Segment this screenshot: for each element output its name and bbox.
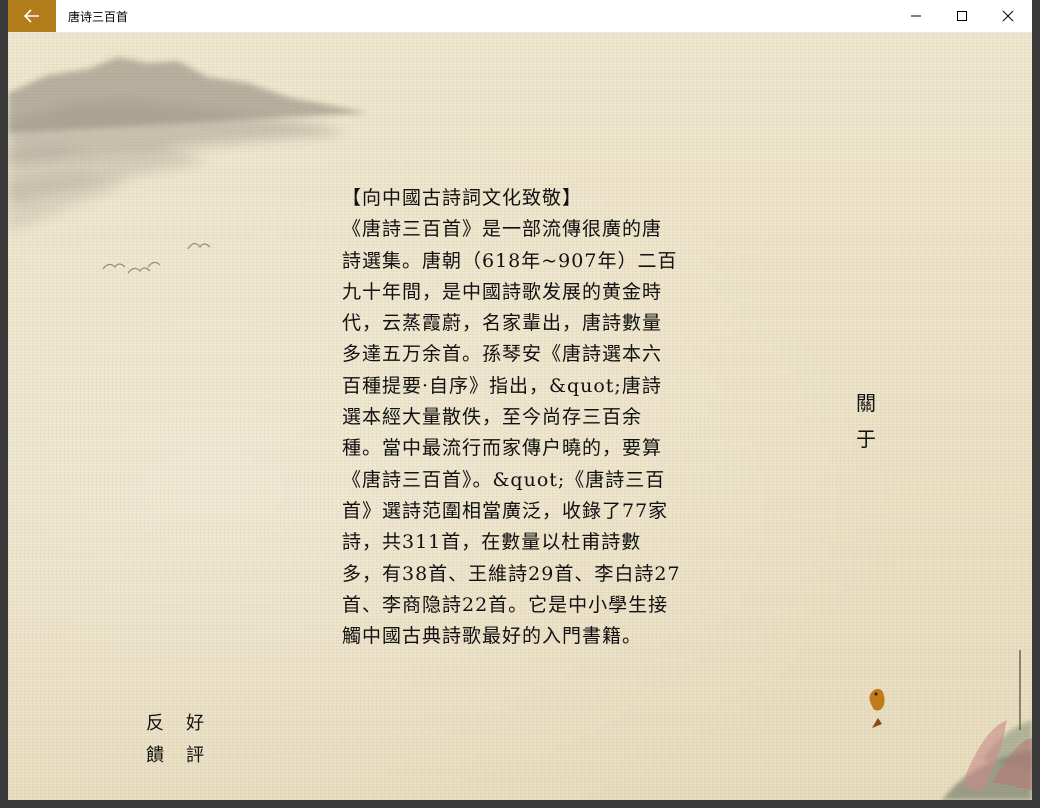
app-window: 唐诗三百首 【向中國古詩詞文化致敬】 《唐詩三百首》是一部流傳很廣的唐 詩選集。… xyxy=(8,0,1032,800)
minimize-icon xyxy=(911,15,921,17)
back-button[interactable] xyxy=(8,0,56,32)
poem-line: 百種提要·自序》指出，&quot;唐詩 xyxy=(342,374,662,397)
arrow-left-icon xyxy=(24,9,39,23)
poem-line: 多，有38首、王維詩29首、李白詩27 xyxy=(342,562,681,585)
about-link[interactable]: 關 于 xyxy=(854,385,878,457)
feedback-char: 評 xyxy=(186,745,204,766)
feedback-char: 好 xyxy=(186,713,204,734)
poem-line: 《唐詩三百首》。&quot;《唐詩三百 xyxy=(342,468,666,491)
ink-landscape-image xyxy=(8,57,368,274)
close-icon xyxy=(1002,10,1014,22)
poem-line: 首、李商隐詩22首。它是中小學生接 xyxy=(342,593,669,616)
poem-line: 代，云蒸霞蔚，名家輩出，唐詩數量 xyxy=(342,312,663,335)
title-bar: 唐诗三百首 xyxy=(8,0,1032,33)
main-content: 【向中國古詩詞文化致敬】 《唐詩三百首》是一部流傳很廣的唐 詩選集。唐朝（618… xyxy=(8,33,1032,800)
maximize-icon xyxy=(957,11,967,21)
poem-line: 選本經大量散佚，至今尚存三百余 xyxy=(342,406,643,429)
about-char: 關 xyxy=(856,391,876,415)
feedback-link[interactable]: 反 好 饋 評 xyxy=(146,709,226,769)
poem-line: 詩，共311首，在數量以杜甫詩數 xyxy=(342,531,642,554)
poem-line: 多達五万余首。孫琴安《唐詩選本六 xyxy=(342,343,663,366)
maximize-button[interactable] xyxy=(939,0,985,32)
feedback-char: 饋 xyxy=(146,745,164,766)
about-char: 于 xyxy=(856,427,876,451)
lotus-painting-image xyxy=(869,650,1032,800)
poem-line: 詩選集。唐朝（618年~907年）二百 xyxy=(342,249,678,272)
window-title: 唐诗三百首 xyxy=(68,10,129,24)
poem-line: 九十年間，是中國詩歌发展的黄金時 xyxy=(342,280,663,303)
poem-intro-text: 【向中國古詩詞文化致敬】 《唐詩三百首》是一部流傳很廣的唐 詩選集。唐朝（618… xyxy=(342,183,692,652)
poem-line: 首》選詩范圍相當廣泛，收錄了77家 xyxy=(342,499,669,522)
poem-line: 種。當中最流行而家傳户曉的，要算 xyxy=(342,437,663,460)
poem-line: 觸中國古典詩歌最好的入門書籍。 xyxy=(342,625,643,648)
poem-line: 《唐詩三百首》是一部流傳很廣的唐 xyxy=(342,218,663,241)
minimize-button[interactable] xyxy=(893,0,939,32)
poem-line: 【向中國古詩詞文化致敬】 xyxy=(342,187,583,209)
close-button[interactable] xyxy=(985,0,1031,32)
feedback-char: 反 xyxy=(146,713,164,734)
